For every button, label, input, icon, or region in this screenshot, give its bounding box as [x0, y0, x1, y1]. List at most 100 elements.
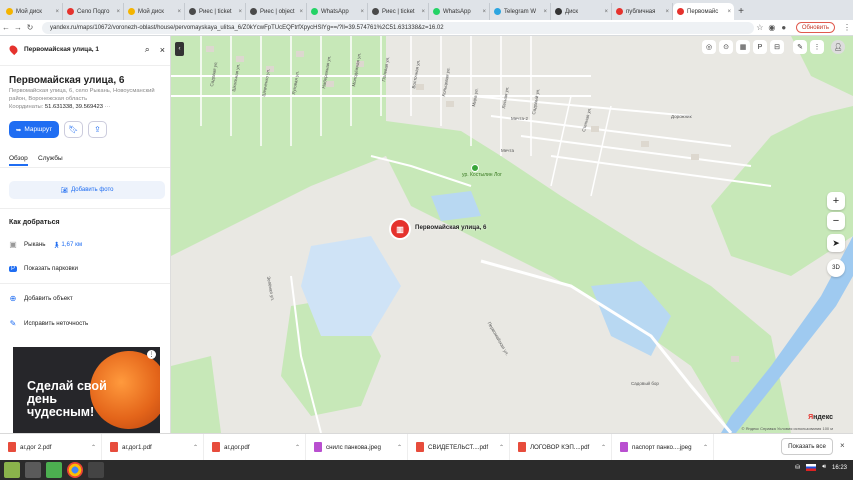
advertisement-banner[interactable]: Сделай свой день чудесным! ⋮	[13, 347, 160, 433]
browser-tab[interactable]: Диск ×	[551, 3, 612, 20]
more-icon[interactable]: ⋮	[810, 40, 824, 54]
browser-tab[interactable]: Риес | object ×	[246, 3, 307, 20]
traffic-icon[interactable]: ▦	[736, 40, 750, 54]
building-icon: ▥	[396, 224, 404, 234]
collapse-panel-button[interactable]: ‹	[175, 42, 184, 56]
tab-close-icon[interactable]: ×	[665, 9, 669, 15]
bookmark-star-icon[interactable]: ☆	[754, 23, 766, 32]
tab-favicon-icon	[128, 8, 135, 15]
tab-close-icon[interactable]: ×	[360, 9, 364, 15]
download-item[interactable]: ЛОГОВОР КЭП....pdf ⌃	[510, 433, 612, 461]
forward-icon[interactable]: →	[12, 23, 24, 32]
show-parking-link[interactable]: P Показать парковки	[9, 265, 78, 272]
map-attribution[interactable]: © Яндекс Справка Условия использования 1…	[742, 426, 833, 431]
fix-error-link[interactable]: ✎ Исправить неточность	[9, 319, 89, 328]
download-item[interactable]: СВИДЕТЕЛЬСТ....pdf ⌃	[408, 433, 510, 461]
browser-tab[interactable]: Риес | ticket ×	[185, 3, 246, 20]
new-tab-button[interactable]: +	[734, 3, 748, 20]
browser-tab[interactable]: Село Подго ×	[63, 3, 124, 20]
ruler-icon[interactable]: ✎	[793, 40, 807, 54]
reload-icon[interactable]: ↻	[24, 23, 36, 32]
chevron-up-icon[interactable]: ⌃	[499, 444, 504, 451]
update-button[interactable]: Обновить	[795, 22, 835, 33]
download-item[interactable]: аг.дог1.pdf ⌃	[102, 433, 204, 461]
3d-mode-button[interactable]: 3D	[827, 259, 845, 277]
bookmark-button[interactable]: 🔖︎	[64, 121, 83, 138]
tab-favicon-icon	[6, 8, 13, 15]
search-icon[interactable]: ⌕	[145, 44, 150, 55]
terminal-icon[interactable]	[88, 462, 104, 478]
chevron-up-icon[interactable]: ⌃	[397, 444, 402, 451]
tab-close-icon[interactable]: ×	[543, 9, 547, 15]
place-marker[interactable]: ▥	[389, 218, 411, 240]
browser-tab[interactable]: WhatsApp ×	[429, 3, 490, 20]
chrome-icon[interactable]	[67, 462, 83, 478]
nearest-station[interactable]: ▣ Рыкань 🚶︎ 1,67 км	[9, 240, 82, 249]
tab-services[interactable]: Службы	[38, 155, 63, 162]
download-item[interactable]: снилс панкова.jpeg ⌃	[306, 433, 408, 461]
share-button[interactable]: ⇪	[88, 121, 107, 138]
download-item[interactable]: аг.дог 2.pdf ⌃	[0, 433, 102, 461]
coordinates-value[interactable]: 51.631338, 39.569423	[45, 104, 103, 110]
tab-close-icon[interactable]: ×	[604, 9, 608, 15]
chevron-up-icon[interactable]: ⌃	[601, 444, 606, 451]
download-item[interactable]: аг.дог.pdf ⌃	[204, 433, 306, 461]
extension-icon[interactable]: ◉	[766, 23, 778, 32]
tab-close-icon[interactable]: ×	[482, 9, 486, 15]
chevron-up-icon[interactable]: ⌃	[295, 444, 300, 451]
close-icon[interactable]: ×	[160, 45, 165, 55]
volume-icon[interactable]: 🔊︎	[822, 464, 826, 471]
panorama-icon[interactable]: ⊙	[719, 40, 733, 54]
add-object-link[interactable]: ⊕ Добавить объект	[9, 294, 73, 303]
browser-tab[interactable]: WhatsApp ×	[307, 3, 368, 20]
browser-tab[interactable]: публичная ×	[612, 3, 673, 20]
back-icon[interactable]: ←	[0, 23, 12, 32]
layers-icon[interactable]: ◎	[702, 40, 716, 54]
tab-close-icon[interactable]: ×	[238, 9, 242, 15]
show-all-downloads-button[interactable]: Показать все	[781, 438, 833, 455]
poi-marker[interactable]	[471, 164, 479, 172]
file-manager-icon[interactable]	[46, 462, 62, 478]
transit-icon[interactable]: ⊟	[770, 40, 784, 54]
zoom-out-button[interactable]: −	[827, 212, 845, 230]
close-icon[interactable]: ×	[840, 441, 845, 450]
start-menu-icon[interactable]	[4, 462, 20, 478]
download-item[interactable]: паспорт панко....jpeg ⌃	[612, 433, 714, 461]
browser-tab[interactable]: Мой диск ×	[124, 3, 185, 20]
browser-tab[interactable]: Первомайс ×	[673, 3, 734, 20]
browser-tab[interactable]: Риес | ticket ×	[368, 3, 429, 20]
chevron-up-icon[interactable]: ⌃	[193, 444, 198, 451]
browser-tab[interactable]: Telegram W ×	[490, 3, 551, 20]
ad-menu-icon[interactable]: ⋮	[147, 350, 156, 359]
chevron-up-icon[interactable]: ⌃	[91, 444, 96, 451]
tab-favicon-icon	[189, 8, 196, 15]
tab-close-icon[interactable]: ×	[177, 9, 181, 15]
browser-tab[interactable]: Мой диск ×	[2, 3, 63, 20]
profile-icon[interactable]: ●	[778, 23, 790, 32]
show-desktop-icon[interactable]	[25, 462, 41, 478]
my-location-button[interactable]: ➤	[827, 234, 845, 252]
station-name: Рыкань	[24, 241, 46, 248]
clock[interactable]: 16:23	[832, 465, 847, 471]
search-input[interactable]: Первомайская улица, 1	[24, 46, 141, 53]
network-icon[interactable]: ⛁	[795, 464, 800, 471]
tab-close-icon[interactable]: ×	[116, 9, 120, 15]
tab-close-icon[interactable]: ×	[55, 9, 59, 15]
browser-menu-icon[interactable]: ⋮	[841, 23, 853, 32]
route-button[interactable]: ➥ Маршрут	[9, 121, 59, 138]
zoom-in-button[interactable]: +	[827, 192, 845, 210]
chevron-up-icon[interactable]: ⌃	[703, 444, 708, 451]
parking-icon[interactable]: P	[753, 40, 767, 54]
map-canvas[interactable]: ‹ ◎ ⊙ ▦ P ⊟ ✎ ⋮ 👤︎ + − ➤ 3D ур. Костылин…	[171, 36, 853, 433]
more-icon[interactable]: ···	[105, 104, 111, 110]
tab-close-icon[interactable]: ×	[421, 9, 425, 15]
language-flag-icon[interactable]	[806, 464, 817, 471]
tab-close-icon[interactable]: ×	[727, 9, 731, 15]
user-avatar[interactable]: 👤︎	[831, 40, 845, 54]
tab-close-icon[interactable]: ×	[299, 9, 303, 15]
url-input[interactable]: yandex.ru/maps/10672/voronezh-oblast/hou…	[42, 21, 754, 34]
add-photo-button[interactable]: 📷︎ Добавить фото	[9, 181, 165, 199]
search-box[interactable]: Первомайская улица, 1 ⌕ ×	[7, 41, 165, 58]
tab-overview[interactable]: Обзор	[9, 155, 28, 162]
street-label: Мечта-2	[511, 116, 529, 121]
